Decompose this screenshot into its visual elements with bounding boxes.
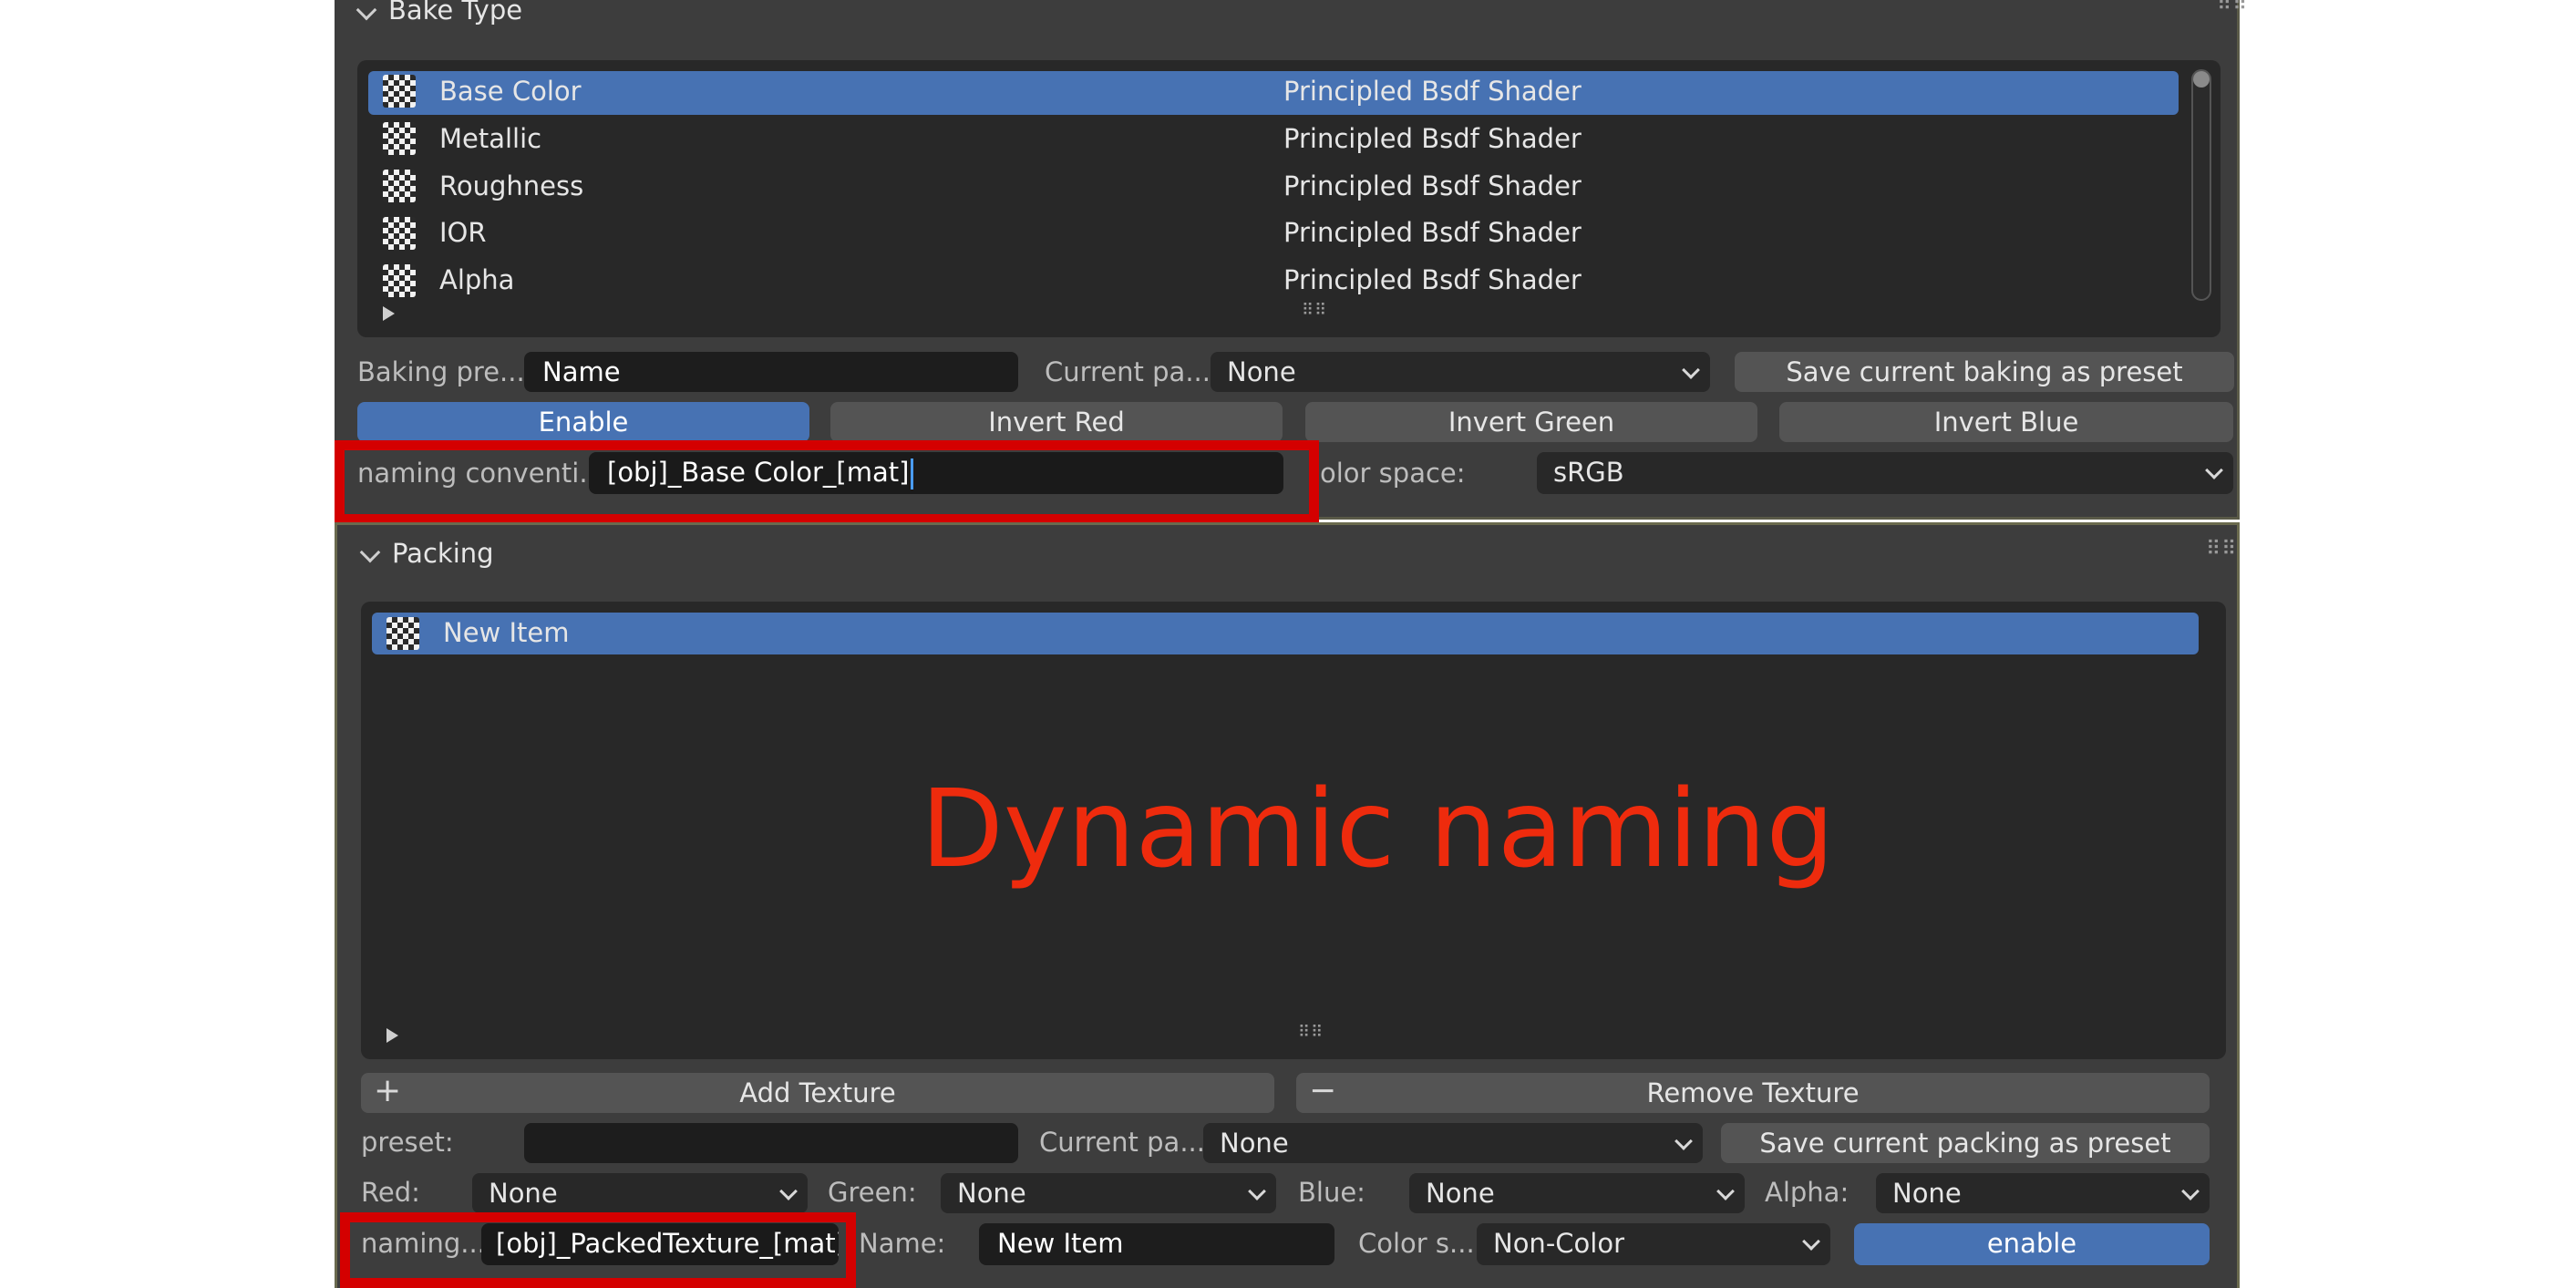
alpha-channel-dropdown[interactable]: None xyxy=(1876,1173,2210,1213)
checker-icon xyxy=(383,170,416,202)
alpha-label: Alpha: xyxy=(1765,1177,1850,1208)
list-item-label[interactable]: New Item xyxy=(443,617,570,648)
resize-grip-icon[interactable]: ⠿⠿ xyxy=(1302,301,1327,320)
current-preset-value: None xyxy=(1227,356,1296,387)
blue-label: Blue: xyxy=(1298,1177,1365,1208)
scrollbar-knob[interactable] xyxy=(2193,71,2210,88)
red-label: Red: xyxy=(361,1177,420,1208)
color-space-value: Non-Color xyxy=(1493,1228,1624,1259)
name-label: Name: xyxy=(859,1228,946,1259)
expand-triangle-icon[interactable] xyxy=(386,1028,398,1043)
list-row-selected[interactable] xyxy=(368,71,2179,115)
list-row-selected[interactable] xyxy=(372,613,2199,654)
blue-channel-dropdown[interactable]: None xyxy=(1409,1173,1745,1213)
current-preset-label: Current pa... xyxy=(1039,1127,1205,1158)
list-item-label[interactable]: Alpha xyxy=(439,264,514,295)
packing-preset-input[interactable] xyxy=(524,1123,1018,1163)
chevron-down-icon xyxy=(1716,1182,1735,1200)
alpha-channel-value: None xyxy=(1892,1178,1962,1209)
green-channel-dropdown[interactable]: None xyxy=(941,1173,1276,1213)
chevron-down-icon xyxy=(1248,1182,1266,1200)
name-input[interactable]: New Item xyxy=(979,1223,1334,1265)
chevron-down-icon xyxy=(2205,461,2223,479)
minus-icon: − xyxy=(1309,1072,1337,1109)
baking-preset-input[interactable]: Name xyxy=(524,352,1018,392)
baking-preset-label: Baking pre... xyxy=(357,356,525,387)
current-preset-value: None xyxy=(1220,1128,1289,1159)
current-preset-dropdown[interactable]: None xyxy=(1203,1123,1703,1163)
list-item-label[interactable]: Base Color xyxy=(439,76,582,107)
color-space-value: sRGB xyxy=(1553,457,1624,488)
checker-icon xyxy=(383,122,416,155)
green-channel-value: None xyxy=(957,1178,1026,1209)
resize-grip-icon[interactable]: ⠿⠿ xyxy=(1298,1023,1324,1042)
list-item-shader: Principled Bsdf Shader xyxy=(1283,170,1582,201)
color-space-dropdown[interactable]: sRGB xyxy=(1537,452,2233,494)
plus-icon: + xyxy=(374,1072,402,1109)
list-scrollbar[interactable] xyxy=(2191,69,2211,301)
chevron-down-icon xyxy=(1802,1232,1820,1251)
drag-grip-icon[interactable]: ⠿⠿ xyxy=(2206,538,2237,561)
checker-icon xyxy=(386,617,419,650)
chevron-down-icon xyxy=(2181,1182,2200,1200)
list-item-shader: Principled Bsdf Shader xyxy=(1283,76,1582,107)
packing-title[interactable]: Packing xyxy=(392,538,494,569)
list-item-shader: Principled Bsdf Shader xyxy=(1283,217,1582,248)
list-item-label[interactable]: Roughness xyxy=(439,170,583,201)
save-packing-preset-button[interactable]: Save current packing as preset xyxy=(1721,1123,2210,1163)
list-item-label[interactable]: IOR xyxy=(439,217,487,248)
color-space-dropdown[interactable]: Non-Color xyxy=(1477,1223,1830,1265)
list-item-shader: Principled Bsdf Shader xyxy=(1283,264,1582,295)
chevron-down-icon xyxy=(1682,361,1700,379)
drag-grip-icon[interactable]: ⠿⠿ xyxy=(2217,0,2248,15)
green-label: Green: xyxy=(828,1177,917,1208)
highlight-box xyxy=(335,440,1319,524)
list-item-label[interactable]: Metallic xyxy=(439,123,541,154)
bake-type-title[interactable]: Bake Type xyxy=(388,0,522,26)
checker-icon xyxy=(383,75,416,108)
current-preset-label: Current pa... xyxy=(1045,356,1211,387)
color-space-label: olor space: xyxy=(1320,458,1466,489)
invert-red-button[interactable]: Invert Red xyxy=(830,402,1283,442)
save-baking-preset-button[interactable]: Save current baking as preset xyxy=(1735,352,2234,392)
invert-blue-button[interactable]: Invert Blue xyxy=(1779,402,2233,442)
chevron-down-icon xyxy=(779,1182,798,1200)
expand-triangle-icon[interactable] xyxy=(383,306,395,321)
checker-icon xyxy=(383,217,416,250)
invert-green-button[interactable]: Invert Green xyxy=(1305,402,1757,442)
current-preset-dropdown[interactable]: None xyxy=(1211,352,1710,392)
overlay-caption: Dynamic naming xyxy=(921,766,1835,891)
enable-packing-button[interactable]: enable xyxy=(1854,1223,2210,1265)
remove-texture-label: Remove Texture xyxy=(1646,1077,1860,1108)
highlight-box xyxy=(340,1212,856,1288)
blue-channel-value: None xyxy=(1426,1178,1495,1209)
chevron-down-icon xyxy=(1674,1132,1693,1150)
color-space-label: Color s... xyxy=(1358,1228,1475,1259)
checker-icon xyxy=(383,264,416,297)
add-texture-label: Add Texture xyxy=(739,1077,896,1108)
add-texture-button[interactable]: + Add Texture xyxy=(361,1072,1274,1113)
red-channel-value: None xyxy=(489,1178,558,1209)
packing-preset-label: preset: xyxy=(361,1127,454,1158)
remove-texture-button[interactable]: − Remove Texture xyxy=(1296,1072,2210,1113)
red-channel-dropdown[interactable]: None xyxy=(472,1173,808,1213)
enable-button[interactable]: Enable xyxy=(357,402,809,442)
list-item-shader: Principled Bsdf Shader xyxy=(1283,123,1582,154)
